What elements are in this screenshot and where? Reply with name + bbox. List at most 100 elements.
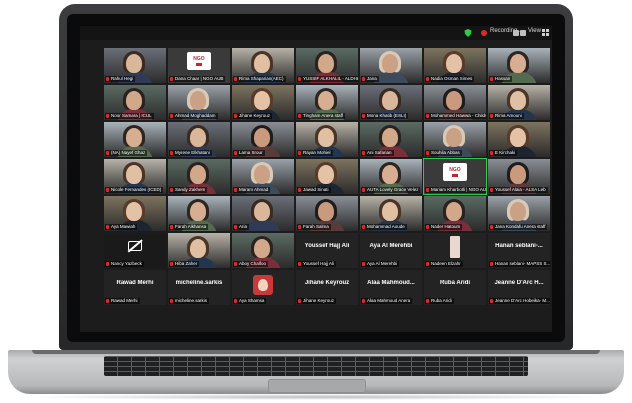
security-shield-icon[interactable] (464, 29, 472, 37)
participant-tile[interactable]: Noor Samara | ICUL (104, 85, 166, 120)
participant-tile[interactable]: Aya Al Merehbi Aya Al Merehbi (360, 233, 422, 268)
muted-mic-icon (298, 76, 301, 81)
participant-name-label: Nancy Yazbeck (105, 261, 144, 267)
participant-tile[interactable]: Jihane Keyrouz (232, 85, 294, 120)
participant-tile[interactable]: Ani Safarian (360, 122, 422, 157)
participant-tile[interactable]: Hanan seblani-... Hanan seblani- MAPSS S.… (488, 233, 550, 268)
participant-tile[interactable]: Aria (232, 196, 294, 231)
participant-tile[interactable]: Farah Salma (296, 196, 358, 231)
participant-tile[interactable]: Mohammed Hawwa - Childs (424, 85, 486, 120)
participant-name-label: Aya Al Merehbi (361, 261, 400, 267)
participant-name: Jihane Keyrouz (239, 113, 271, 118)
participant-tile[interactable]: Lama Srour (232, 122, 294, 157)
participant-tile[interactable]: Jana (360, 48, 422, 83)
participant-tile[interactable]: Jawad Sinati (296, 159, 358, 194)
participant-name: Maram Ahmad (239, 187, 269, 192)
participant-tile[interactable]: YUSSIF ALKHALIL - ALDHL (296, 48, 358, 83)
participant-tile[interactable]: micheline.sarkis micheline.sarkis (168, 270, 230, 305)
participant-name-label: Youssef Alaia - ALSA Leb (489, 187, 548, 193)
participant-tile[interactable]: Rima Amouni (488, 85, 550, 120)
participant-name: Ahmad Moghaddam (175, 113, 216, 118)
muted-mic-icon (106, 261, 109, 266)
participant-tile[interactable]: Rima Shaparian(AEC) (232, 48, 294, 83)
participant-name: Aboy Chalfoo (239, 261, 267, 266)
participant-name-label: Alaa Mahmoud Anera (361, 298, 413, 304)
participant-name-label: Nader Hatoum (425, 224, 463, 230)
participant-tile[interactable]: Hassan (488, 48, 550, 83)
participant-tile[interactable]: Nancy Yazbeck (104, 233, 166, 268)
participant-tile[interactable]: Rawad Merhi Rawad Merhi (104, 270, 166, 305)
participant-name: Farah Salma (303, 224, 329, 229)
participant-tile[interactable]: Aya Shamsa (232, 270, 294, 305)
participant-name-label: Ahmad Moghaddam (169, 113, 218, 119)
participant-name-label: micheline.sarkis (169, 298, 210, 304)
participant-tile[interactable]: Myrene Elkhatani (168, 122, 230, 157)
logo-text: NGO (193, 56, 205, 62)
participant-face (510, 128, 526, 147)
participant-face (318, 165, 334, 184)
muted-mic-icon (426, 224, 429, 229)
participant-tile[interactable]: AUTA Lovely Grace Velez (360, 159, 422, 194)
participant-name: Tingham Anera staff (303, 113, 344, 118)
participant-name-label: Mona Khatib (ESLI) (361, 113, 409, 119)
participant-display-name: Rawad Merhi (116, 280, 154, 286)
participant-name: Rima Amouni (495, 113, 522, 118)
participant-name: Hassan (495, 76, 511, 81)
muted-mic-icon (170, 298, 173, 303)
participant-name-label: Farah Salma (297, 224, 331, 230)
participant-tile[interactable]: Maram Ahmad (232, 159, 294, 194)
participant-display-name: Ruba Aridi (439, 280, 471, 286)
view-button[interactable]: View (528, 28, 541, 34)
participant-tile[interactable]: E Kirchaki (488, 122, 550, 157)
participant-name-label: Sandy Zakhem (169, 187, 208, 193)
participant-tile[interactable]: Jihane Keyrouz Jihane Keyrouz (296, 270, 358, 305)
participant-tile[interactable]: Rahul Hegi (104, 48, 166, 83)
muted-mic-icon (490, 224, 493, 229)
participant-tile[interactable]: Ahmad Moghaddam (168, 85, 230, 120)
participant-name: (NA) Nayef Ghaz (111, 150, 146, 155)
participant-tile[interactable]: Youssef Hajj Ali Youssef Hajj Ali (296, 233, 358, 268)
muted-mic-icon (426, 113, 429, 118)
participant-tile[interactable]: NGO Mariam Kharbotli | NGO AUB (423, 158, 487, 195)
participant-tile[interactable]: Jana Kondafu Anera staff (488, 196, 550, 231)
participant-tile[interactable]: Rayan Mohiel (296, 122, 358, 157)
muted-mic-icon (170, 261, 173, 266)
participant-tile[interactable]: Hiba Zaher (168, 233, 230, 268)
participant-tile[interactable]: Nicole Fernandes (ICED) (104, 159, 166, 194)
laptop-shadow (20, 394, 612, 400)
participant-face (318, 202, 334, 221)
pause-recording-icon[interactable] (513, 30, 519, 36)
participant-name-label: Nadeen Elzahr (425, 261, 463, 267)
participant-tile[interactable]: Souhila Abbas (424, 122, 486, 157)
participant-tile[interactable]: Sandy Zakhem (168, 159, 230, 194)
avatar (253, 275, 273, 295)
muted-mic-icon (490, 187, 493, 192)
participant-tile[interactable]: Nadia Osman Simes (424, 48, 486, 83)
participant-tile[interactable]: Nader Hatoum (424, 196, 486, 231)
participant-tile[interactable]: Alaa Mahmoud... Alaa Mahmoud Anera (360, 270, 422, 305)
participant-tile[interactable]: NGO Dana Chaar | NGO AUB (168, 48, 230, 83)
participant-name-label: Rahul Hegi (105, 76, 136, 82)
muted-mic-icon (170, 76, 173, 81)
participant-tile[interactable]: Farah Alkhansa (168, 196, 230, 231)
participant-tile[interactable]: Aboy Chalfoo (232, 233, 294, 268)
muted-mic-icon (234, 76, 237, 81)
participant-name-label: Rima Amouni (489, 113, 524, 119)
participant-tile[interactable]: Tingham Anera staff (296, 85, 358, 120)
participant-tile[interactable]: Youssef Alaia - ALSA Leb (488, 159, 550, 194)
muted-mic-icon (106, 76, 109, 81)
participant-tile[interactable]: Ruba Aridi Ruba Aridi (424, 270, 486, 305)
participant-name: Sandy Zakhem (175, 187, 206, 192)
participant-tile[interactable]: Jeanne D'Arc H... Jeanne D'Arc Hobeika- M… (488, 270, 550, 305)
stop-recording-icon[interactable] (520, 30, 526, 36)
gallery-view-icon[interactable] (542, 29, 549, 36)
muted-mic-icon (362, 76, 365, 81)
participant-tile[interactable]: (NA) Nayef Ghaz (104, 122, 166, 157)
participant-tile[interactable]: Mohammad Aoude (360, 196, 422, 231)
participant-tile[interactable]: Aya Mawiah (104, 196, 166, 231)
participant-name-label: Youssef Hajj Ali (297, 261, 336, 267)
keyboard (104, 356, 528, 376)
participant-name: Alaa Mahmoud Anera (367, 298, 411, 303)
participant-tile[interactable]: Mona Khatib (ESLI) (360, 85, 422, 120)
participant-tile[interactable]: Nadeen Elzahr (424, 233, 486, 268)
